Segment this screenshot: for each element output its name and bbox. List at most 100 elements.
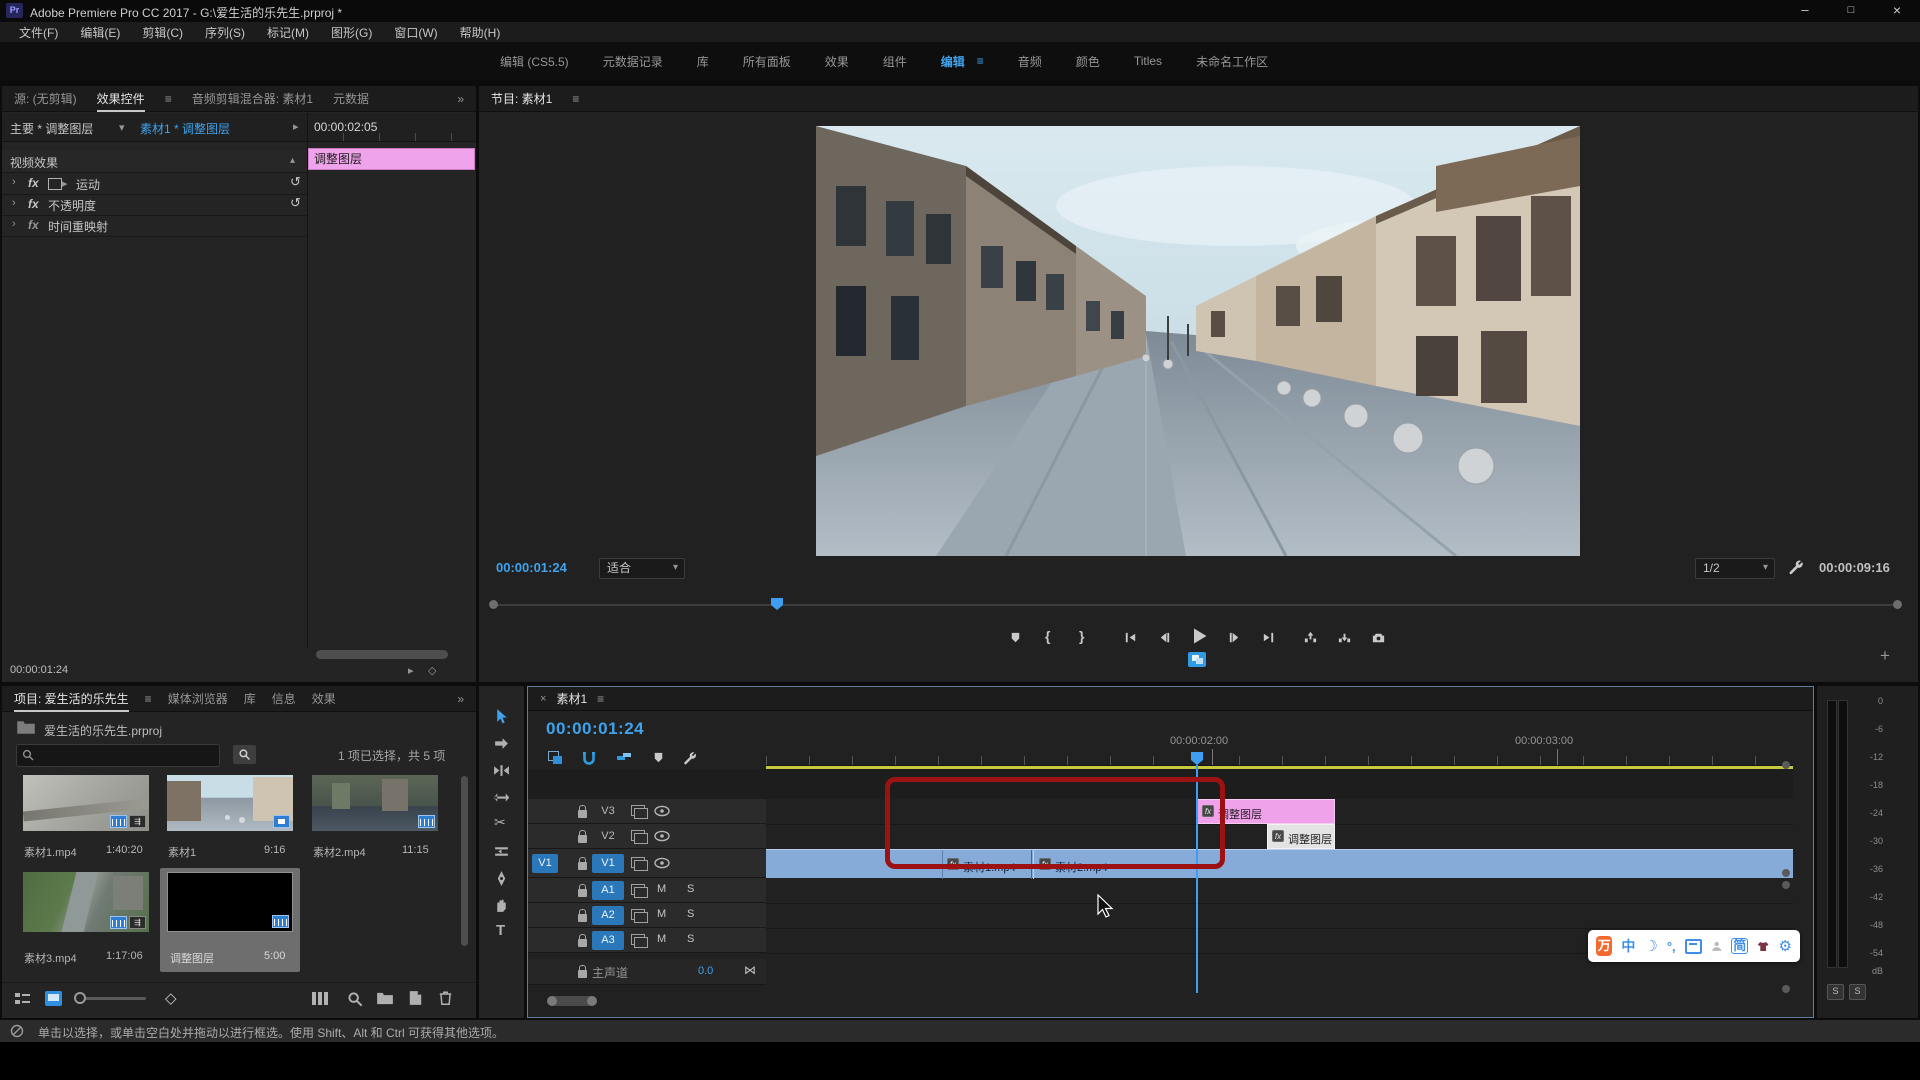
track-select-forward-tool[interactable] (493, 735, 510, 752)
type-tool[interactable]: T (496, 922, 505, 939)
menu-graphics[interactable]: 图形(G) (320, 24, 383, 41)
maximize-button[interactable]: □ (1828, 0, 1874, 22)
lift-button[interactable] (1303, 630, 1318, 645)
program-playhead-marker[interactable] (769, 597, 785, 611)
close-button[interactable]: × (1874, 0, 1920, 22)
timeline-add-marker-icon[interactable] (651, 750, 666, 765)
sync-lock-icon[interactable] (631, 884, 645, 895)
slip-tool[interactable] (493, 843, 510, 860)
zoom-slider[interactable] (76, 997, 146, 1000)
effect-row-motion[interactable]: › fx ▸ 运动 ↺ (2, 173, 307, 195)
solo-right-button[interactable]: S (1849, 984, 1866, 1000)
zoom-fit-icon[interactable]: ◇ (428, 664, 436, 677)
reset-motion-icon[interactable]: ↺ (290, 174, 301, 190)
tab-source-monitor[interactable]: 源: (无剪辑) (14, 90, 77, 107)
lock-track-icon[interactable] (578, 970, 587, 978)
project-item-thumb[interactable] (167, 775, 293, 831)
mute-track-button[interactable]: M (657, 883, 666, 895)
snap-magnet-icon[interactable] (581, 750, 597, 766)
list-view-button[interactable] (15, 993, 31, 1007)
section-collapse-icon[interactable]: ▴ (290, 155, 295, 166)
linked-selection-icon[interactable] (616, 750, 632, 766)
tab-libraries[interactable]: 库 (244, 690, 256, 707)
track-target-a2[interactable]: A2 (592, 906, 624, 925)
workspace-tab-metadata-logging[interactable]: 元数据记录 (603, 53, 663, 70)
hand-tool[interactable] (493, 897, 510, 914)
selection-tool[interactable] (493, 708, 510, 725)
new-item-button[interactable] (408, 990, 423, 1006)
workspace-tab-unnamed[interactable]: 未命名工作区 (1196, 53, 1268, 70)
lock-track-icon[interactable] (578, 889, 587, 897)
panel-menu-icon[interactable]: ≡ (572, 92, 579, 106)
master-bowtie-icon[interactable]: ⋈ (744, 963, 756, 977)
row-chevron-icon[interactable]: › (12, 197, 16, 209)
panel-menu-icon[interactable]: ≡ (165, 92, 172, 106)
project-v-scrollbar[interactable] (461, 776, 468, 946)
timeline-playhead-head[interactable] (1189, 751, 1205, 766)
tab-sequence[interactable]: 素材1 (556, 690, 587, 707)
reset-opacity-icon[interactable]: ↺ (290, 195, 301, 211)
project-item-thumb[interactable]: ⇶ (23, 775, 149, 831)
ime-keyboard-icon[interactable] (1685, 939, 1702, 954)
track-target-a3[interactable]: A3 (592, 931, 624, 950)
menu-clip[interactable]: 剪辑(C) (131, 24, 194, 41)
step-back-button[interactable] (1157, 630, 1172, 645)
panel-menu-icon[interactable]: ≡ (145, 692, 152, 706)
insert-overwrite-toggle-icon[interactable] (548, 751, 563, 764)
track-target-a1[interactable]: A1 (592, 881, 624, 900)
item-name[interactable]: 素材3.mp4 (24, 950, 77, 966)
project-item-thumb-selected[interactable] (167, 872, 293, 932)
ime-settings-gear-icon[interactable]: ⚙ (1779, 937, 1792, 955)
ime-skin-icon[interactable] (1757, 940, 1769, 953)
lock-track-icon[interactable] (578, 862, 587, 870)
icon-view-button[interactable] (45, 991, 62, 1006)
scroll-handle[interactable] (1782, 881, 1790, 889)
scrubber-left-handle[interactable] (489, 600, 498, 609)
step-forward-button[interactable] (1227, 630, 1242, 645)
scrubber-right-handle[interactable] (1893, 600, 1902, 609)
source-patch-v1[interactable]: V1 (532, 854, 558, 873)
tab-media-browser[interactable]: 媒体浏览器 (168, 690, 228, 707)
item-name[interactable]: 素材1 (168, 844, 196, 860)
project-item-thumb[interactable]: ⇶ (23, 872, 149, 932)
tab-overflow-icon[interactable]: » (457, 92, 464, 106)
master-clip-label[interactable]: 主要 * 调整图层 (10, 120, 93, 137)
menu-edit[interactable]: 编辑(E) (69, 24, 131, 41)
project-item-thumb[interactable] (312, 775, 438, 831)
track-target-v2[interactable]: V2 (592, 827, 624, 846)
program-timecode[interactable]: 00:00:01:24 (496, 560, 567, 575)
lock-track-icon[interactable] (578, 810, 587, 818)
minimize-button[interactable]: – (1782, 0, 1828, 22)
effect-h-scrollbar[interactable] (316, 650, 448, 659)
workspace-tab-titles[interactable]: Titles (1134, 54, 1162, 68)
timeline-timecode[interactable]: 00:00:01:24 (546, 719, 644, 739)
ime-user-icon[interactable] (1711, 939, 1722, 953)
delete-button[interactable] (438, 990, 453, 1006)
resolution-dropdown[interactable]: 1/2 ▾ (1695, 558, 1775, 579)
find-button[interactable] (347, 991, 363, 1007)
track-target-v3[interactable]: V3 (592, 802, 624, 821)
sync-lock-icon[interactable] (631, 934, 645, 945)
razor-tool[interactable]: ✂ (494, 814, 506, 831)
program-scrubber-track[interactable] (493, 604, 1901, 606)
ime-logo[interactable]: 万 (1596, 936, 1612, 956)
track-content-a1[interactable] (766, 878, 1793, 904)
ripple-edit-tool[interactable] (493, 762, 510, 779)
lock-track-icon[interactable] (578, 939, 587, 947)
panel-menu-icon[interactable]: ≡ (597, 692, 604, 706)
go-to-in-button[interactable] (1123, 630, 1138, 645)
sync-lock-icon[interactable] (631, 857, 645, 868)
ime-mode-chinese[interactable]: 中 (1621, 936, 1635, 956)
extract-button[interactable] (1337, 630, 1352, 645)
ime-fullwidth-icon[interactable]: ☽ (1644, 937, 1657, 955)
rate-stretch-tool[interactable] (493, 789, 510, 806)
new-bin-button[interactable] (376, 991, 394, 1006)
mark-in-button[interactable]: { (1045, 628, 1050, 644)
tab-program-monitor[interactable]: 节目: 素材1 (491, 90, 552, 107)
settings-wrench-icon[interactable] (1787, 558, 1805, 576)
item-name[interactable]: 调整图层 (170, 950, 214, 966)
project-file-name[interactable]: 爱生活的乐先生.prproj (44, 722, 162, 739)
item-name[interactable]: 素材2.mp4 (313, 844, 366, 860)
selected-clip-label[interactable]: 素材1 * 调整图层 (140, 120, 230, 137)
clip-v2-adjustment-layer[interactable]: fx 调整图层 (1267, 824, 1335, 849)
